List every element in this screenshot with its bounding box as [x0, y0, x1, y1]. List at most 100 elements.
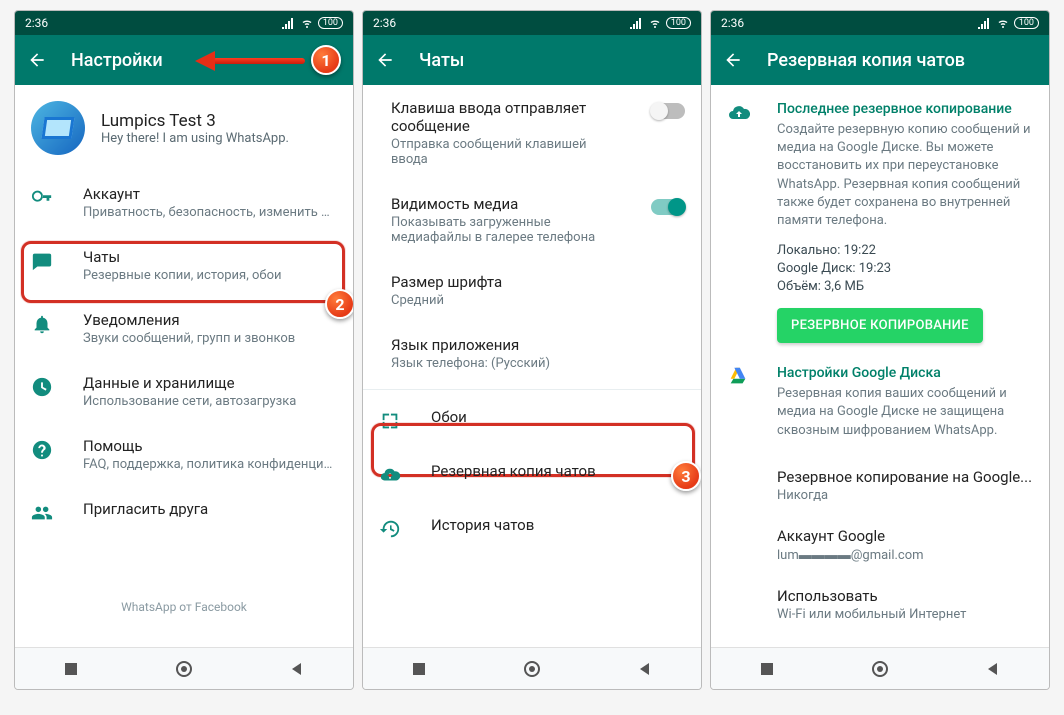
item-title: Обои [431, 408, 685, 426]
phone-backup: 2:36 100 Резервная копия чатов Последнее… [710, 10, 1050, 690]
status-indicators: 100 [282, 17, 343, 29]
row-title: Аккаунт Google [777, 527, 1033, 545]
settings-item-data[interactable]: Данные и хранилище Использование сети, а… [15, 360, 353, 423]
signal-icon [282, 17, 296, 29]
nav-back-icon[interactable] [637, 661, 653, 677]
item-title: Резервная копия чатов [431, 462, 685, 480]
item-sub: Показывать загруженные медиафайлы в гале… [391, 215, 623, 245]
back-icon[interactable] [27, 50, 47, 70]
item-title: Видимость медиа [391, 195, 623, 213]
item-sub: Использование сети, автозагрузка [83, 394, 337, 409]
chat-icon [31, 250, 55, 274]
people-icon [31, 502, 55, 526]
chats-item-enter[interactable]: Клавиша ввода отправляет сообщение Отпра… [363, 85, 701, 181]
settings-item-help[interactable]: Помощь FAQ, поддержка, политика конфиден… [15, 423, 353, 486]
app-bar: Настройки 1 [15, 35, 353, 85]
item-sub: FAQ, поддержка, политика конфиденциальн.… [83, 457, 337, 472]
row-network[interactable]: Использовать Wi-Fi или мобильный Интерне… [711, 575, 1049, 634]
nav-home-icon[interactable] [523, 660, 541, 678]
chats-settings-content: Клавиша ввода отправляет сообщение Отпра… [363, 85, 701, 647]
section-desc: Создайте резервную копию сообщений и мед… [777, 121, 1033, 230]
nav-back-icon[interactable] [985, 661, 1001, 677]
status-bar: 2:36 100 [711, 11, 1049, 35]
row-title: Использовать [777, 587, 1033, 605]
settings-item-chats[interactable]: Чаты Резервные копии, история, обои [15, 234, 353, 297]
section-last-backup: Последнее резервное копирование Создайте… [711, 85, 1049, 359]
section-google-drive: Настройки Google Диска Резервная копия в… [711, 359, 1049, 456]
android-nav-bar [15, 647, 353, 689]
status-time: 2:36 [373, 16, 396, 30]
nav-home-icon[interactable] [871, 660, 889, 678]
nav-recent-icon[interactable] [759, 661, 775, 677]
profile-status: Hey there! I am using WhatsApp. [101, 131, 289, 146]
android-nav-bar [363, 647, 701, 689]
section-heading: Последнее резервное копирование [777, 101, 1033, 117]
chats-item-font[interactable]: Размер шрифта Средний [363, 259, 701, 322]
chats-item-history[interactable]: История чатов [363, 502, 701, 556]
settings-item-invite[interactable]: Пригласить друга [15, 486, 353, 540]
chats-item-wallpaper[interactable]: Обои [363, 394, 701, 448]
status-bar: 2:36 100 [363, 11, 701, 35]
phone-chats: 2:36 100 Чаты Клавиша ввода отправляет с… [362, 10, 702, 690]
item-sub: Отправка сообщений клавишей ввода [391, 137, 623, 167]
key-icon [31, 187, 55, 211]
phone-settings: 2:36 100 Настройки 1 Lumpics Test 3 Hey … [14, 10, 354, 690]
appbar-title: Резервная копия чатов [767, 50, 965, 71]
row-title: Резервное копирование на Google... [777, 468, 1033, 486]
toggle-media-visibility[interactable] [651, 199, 685, 215]
footer-note: WhatsApp от Facebook [15, 540, 353, 614]
cloud-icon [727, 101, 751, 343]
divider [363, 389, 701, 390]
backup-content: Последнее резервное копирование Создайте… [711, 85, 1049, 647]
wifi-icon [996, 17, 1010, 29]
battery-pill: 100 [1014, 17, 1039, 29]
annotation-badge-2: 2 [325, 289, 353, 319]
nav-recent-icon[interactable] [411, 661, 427, 677]
chats-item-media[interactable]: Видимость медиа Показывать загруженные м… [363, 181, 701, 259]
item-title: Размер шрифта [391, 273, 685, 291]
chats-item-backup[interactable]: Резервная копия чатов [363, 448, 701, 502]
history-icon [379, 518, 403, 542]
backup-button[interactable]: РЕЗЕРВНОЕ КОПИРОВАНИЕ [777, 308, 983, 343]
item-title: Помощь [83, 437, 337, 455]
item-title: Аккаунт [83, 185, 337, 203]
nav-home-icon[interactable] [175, 660, 193, 678]
status-time: 2:36 [25, 16, 48, 30]
row-google-account[interactable]: Аккаунт Google lum▬▬▬▬@gmail.com [711, 515, 1049, 575]
item-sub: Средний [391, 293, 685, 308]
help-icon [31, 439, 55, 463]
wifi-icon [300, 17, 314, 29]
status-indicators: 100 [978, 17, 1039, 29]
nav-recent-icon[interactable] [63, 661, 79, 677]
chats-item-lang[interactable]: Язык приложения Язык телефона: (Русский) [363, 322, 701, 385]
settings-item-notifications[interactable]: Уведомления Звуки сообщений, групп и зво… [15, 297, 353, 360]
appbar-title: Настройки [71, 50, 163, 71]
item-sub: Приватность, безопасность, изменить номе… [83, 205, 337, 220]
appbar-title: Чаты [419, 50, 464, 71]
signal-icon [630, 17, 644, 29]
back-icon[interactable] [723, 50, 743, 70]
annotation-arrow [195, 45, 305, 75]
data-icon [31, 376, 55, 400]
status-time: 2:36 [721, 16, 744, 30]
back-icon[interactable] [375, 50, 395, 70]
item-title: История чатов [431, 516, 685, 534]
item-title: Клавиша ввода отправляет сообщение [391, 99, 623, 135]
battery-pill: 100 [666, 17, 691, 29]
info-size: Объём: 3,6 МБ [777, 279, 1033, 294]
row-backup-frequency[interactable]: Резервное копирование на Google... Никог… [711, 456, 1049, 515]
item-sub: Язык телефона: (Русский) [391, 356, 685, 371]
toggle-enter-sends[interactable] [651, 103, 685, 119]
nav-back-icon[interactable] [289, 661, 305, 677]
row-sub: lum▬▬▬▬@gmail.com [777, 547, 1033, 563]
profile-row[interactable]: Lumpics Test 3 Hey there! I am using Wha… [15, 85, 353, 171]
settings-item-account[interactable]: Аккаунт Приватность, безопасность, измен… [15, 171, 353, 234]
info-local: Локально: 19:22 [777, 243, 1033, 258]
app-bar: Чаты [363, 35, 701, 85]
battery-pill: 100 [318, 17, 343, 29]
signal-icon [978, 17, 992, 29]
info-drive: Google Диск: 19:23 [777, 261, 1033, 276]
row-sub: Никогда [777, 488, 1033, 503]
cloud-upload-icon [379, 464, 403, 488]
item-title: Язык приложения [391, 336, 685, 354]
